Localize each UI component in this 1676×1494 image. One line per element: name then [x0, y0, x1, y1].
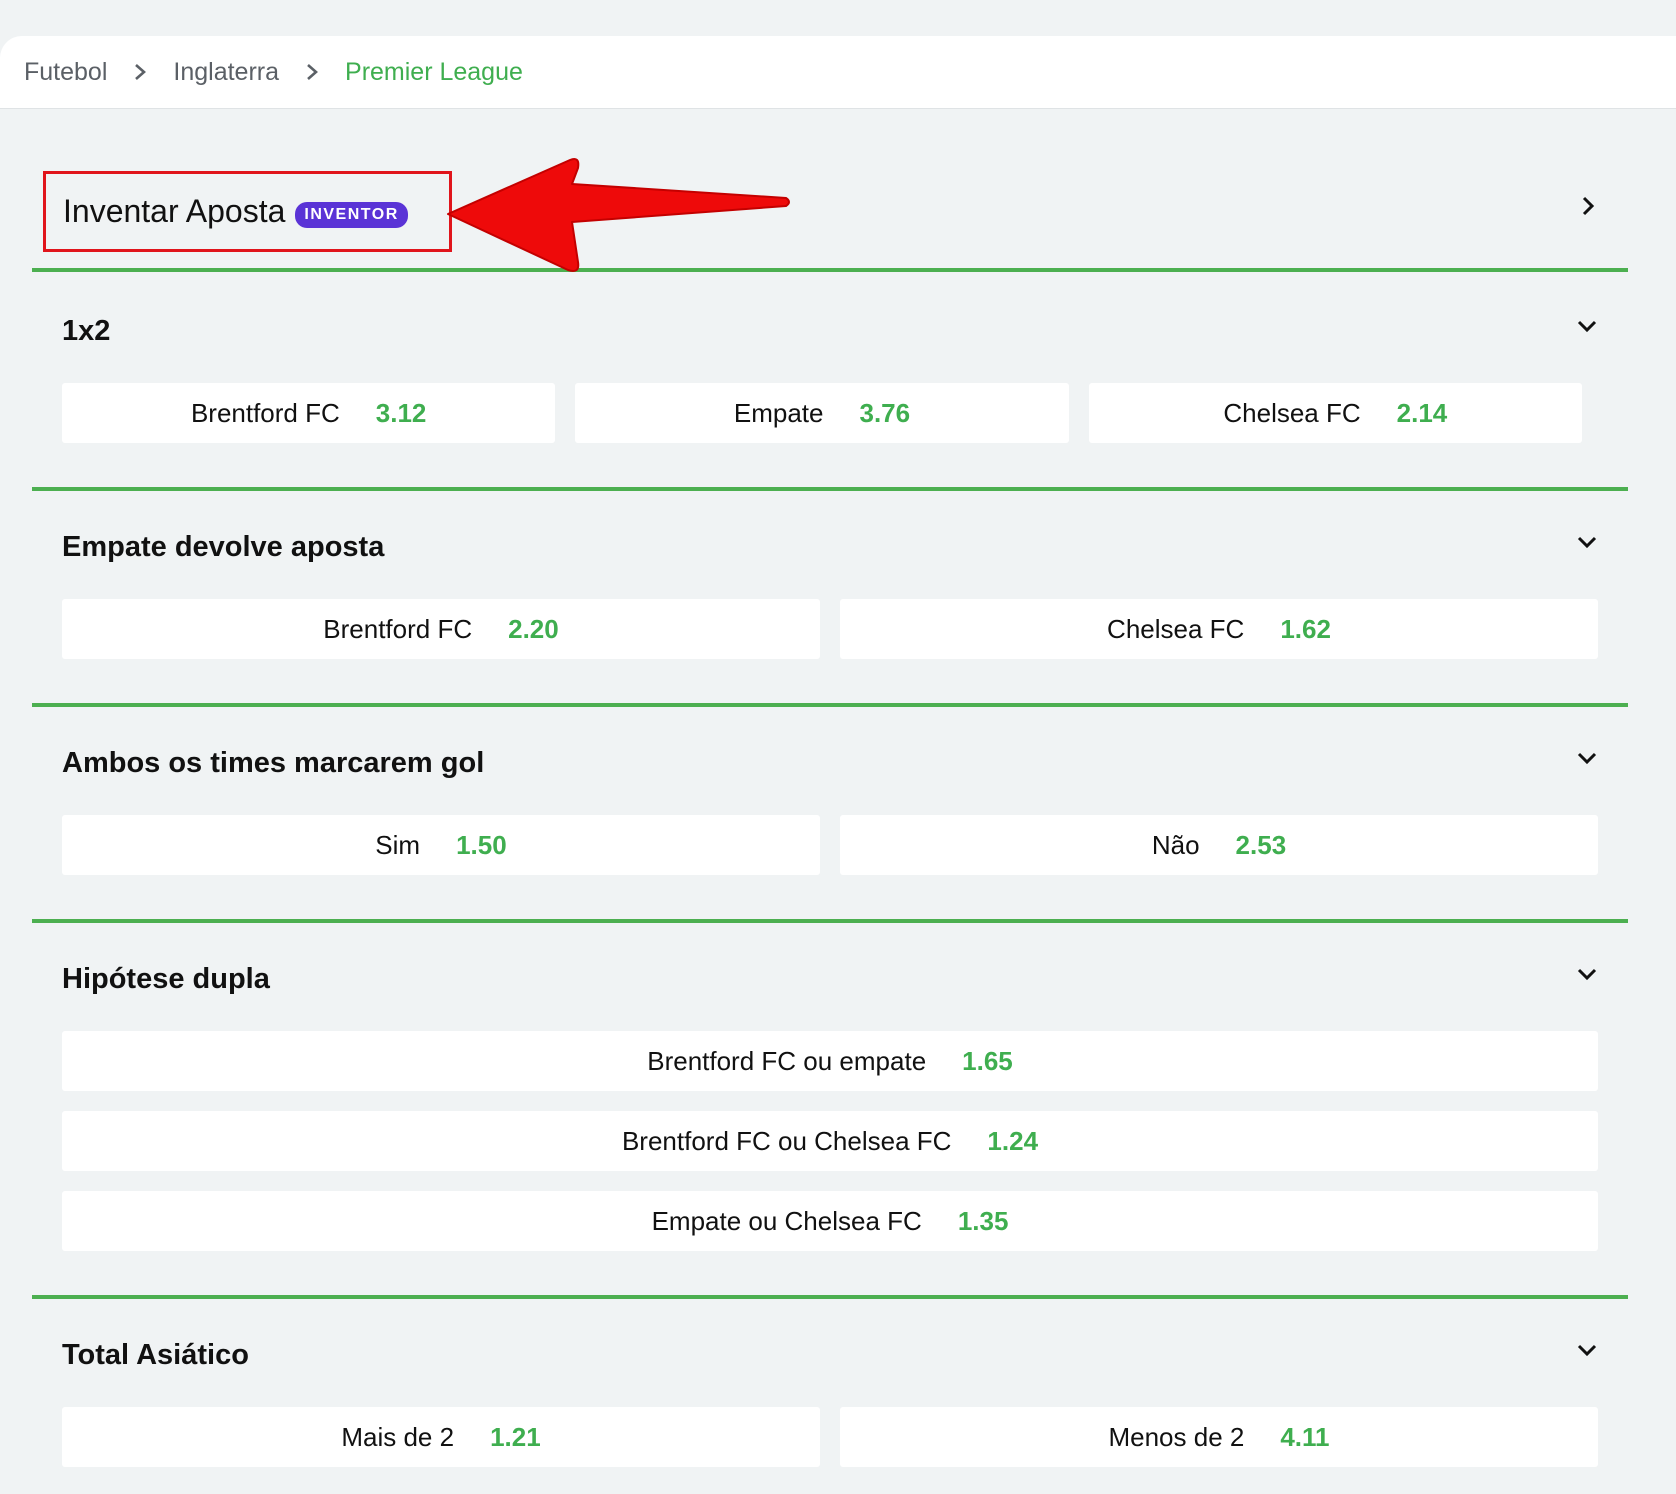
market-double-chance: Hipótese dupla Brentford FC ou empate 1.…	[32, 923, 1628, 1299]
chevron-right-icon[interactable]	[1578, 196, 1598, 216]
odd-button-over-2[interactable]: Mais de 2 1.21	[62, 1407, 820, 1467]
chevron-right-icon	[279, 63, 345, 81]
odd-button-brentford-or-draw[interactable]: Brentford FC ou empate 1.65	[62, 1031, 1598, 1091]
chevron-down-icon[interactable]	[1576, 533, 1598, 551]
odd-value: 4.11	[1280, 1421, 1330, 1452]
odd-value: 2.14	[1396, 397, 1448, 428]
chevron-down-icon[interactable]	[1576, 965, 1598, 983]
market-1x2: 1x2 Brentford FC 3.12 Empate 3.76 Chelse…	[32, 275, 1628, 491]
odd-button-brentford[interactable]: Brentford FC 2.20	[62, 599, 820, 659]
market-header[interactable]: Hipótese dupla	[32, 923, 1628, 1031]
odd-label: Sim	[375, 829, 421, 860]
chevron-down-icon[interactable]	[1576, 749, 1598, 767]
odd-button-sim[interactable]: Sim 1.50	[62, 815, 820, 875]
odd-label: Brentford FC	[323, 613, 473, 644]
odd-value: 1.62	[1280, 613, 1331, 644]
breadcrumb-item-inglaterra[interactable]: Inglaterra	[173, 58, 279, 87]
inventor-row[interactable]: Inventar Aposta INVENTOR	[32, 160, 1628, 272]
market-title: Empate devolve aposta	[62, 531, 385, 563]
odd-value: 1.24	[987, 1125, 1039, 1156]
breadcrumb: Futebol Inglaterra Premier League	[0, 36, 1676, 109]
odd-label: Brentford FC ou Chelsea FC	[621, 1125, 952, 1156]
odd-value: 1.65	[962, 1045, 1013, 1076]
breadcrumb-item-futebol[interactable]: Futebol	[24, 58, 107, 87]
odd-value: 1.50	[456, 829, 507, 860]
odd-button-nao[interactable]: Não 2.53	[840, 815, 1598, 875]
odd-button-under-2[interactable]: Menos de 2 4.11	[840, 1407, 1598, 1467]
market-draw-no-bet: Empate devolve aposta Brentford FC 2.20 …	[32, 491, 1628, 707]
breadcrumb-item-premier-league[interactable]: Premier League	[345, 58, 523, 87]
chevron-down-icon[interactable]	[1576, 317, 1598, 335]
odd-label: Mais de 2	[341, 1421, 455, 1452]
inventor-badge: INVENTOR	[295, 201, 408, 228]
odd-label: Não	[1151, 829, 1200, 860]
odd-value: 1.21	[490, 1421, 541, 1452]
market-header[interactable]: Ambos os times marcarem gol	[32, 707, 1628, 815]
market-title: Hipótese dupla	[62, 963, 270, 995]
market-title: Total Asiático	[62, 1339, 249, 1371]
odd-label: Chelsea FC	[1107, 613, 1245, 644]
odd-label: Brentford FC ou empate	[647, 1045, 927, 1076]
odd-label: Brentford FC	[190, 397, 340, 428]
market-header[interactable]: Total Asiático	[32, 1299, 1628, 1407]
odd-value: 3.12	[375, 397, 427, 428]
market-title: Ambos os times marcarem gol	[62, 747, 485, 779]
odd-button-draw-or-chelsea[interactable]: Empate ou Chelsea FC 1.35	[62, 1191, 1598, 1251]
chevron-right-icon	[107, 63, 173, 81]
odd-button-brentford[interactable]: Brentford FC 3.12	[62, 383, 556, 443]
market-asian-total: Total Asiático Mais de 2 1.21 Menos de 2…	[32, 1299, 1628, 1494]
arrow-left-icon	[447, 158, 790, 272]
odd-value: 2.20	[508, 613, 559, 644]
inventor-title: Inventar Aposta	[63, 193, 286, 229]
inventor-highlight-box: Inventar Aposta INVENTOR	[43, 171, 452, 252]
odd-label: Empate ou Chelsea FC	[651, 1205, 922, 1236]
odd-value: 1.35	[957, 1205, 1009, 1236]
odd-button-empate[interactable]: Empate 3.76	[575, 383, 1069, 443]
market-header[interactable]: Empate devolve aposta	[32, 491, 1628, 599]
odd-button-chelsea[interactable]: Chelsea FC 1.62	[840, 599, 1598, 659]
odd-button-chelsea[interactable]: Chelsea FC 2.14	[1088, 383, 1582, 443]
odd-label: Chelsea FC	[1223, 397, 1361, 428]
odd-button-brentford-or-chelsea[interactable]: Brentford FC ou Chelsea FC 1.24	[62, 1111, 1598, 1171]
market-header[interactable]: 1x2	[32, 275, 1628, 383]
chevron-down-icon[interactable]	[1576, 1341, 1598, 1359]
odd-label: Menos de 2	[1108, 1421, 1245, 1452]
odd-value: 3.76	[859, 397, 911, 428]
odd-label: Empate	[733, 397, 824, 428]
market-title: 1x2	[62, 315, 111, 347]
odd-value: 2.53	[1235, 829, 1287, 860]
market-btts: Ambos os times marcarem gol Sim 1.50 Não…	[32, 707, 1628, 923]
